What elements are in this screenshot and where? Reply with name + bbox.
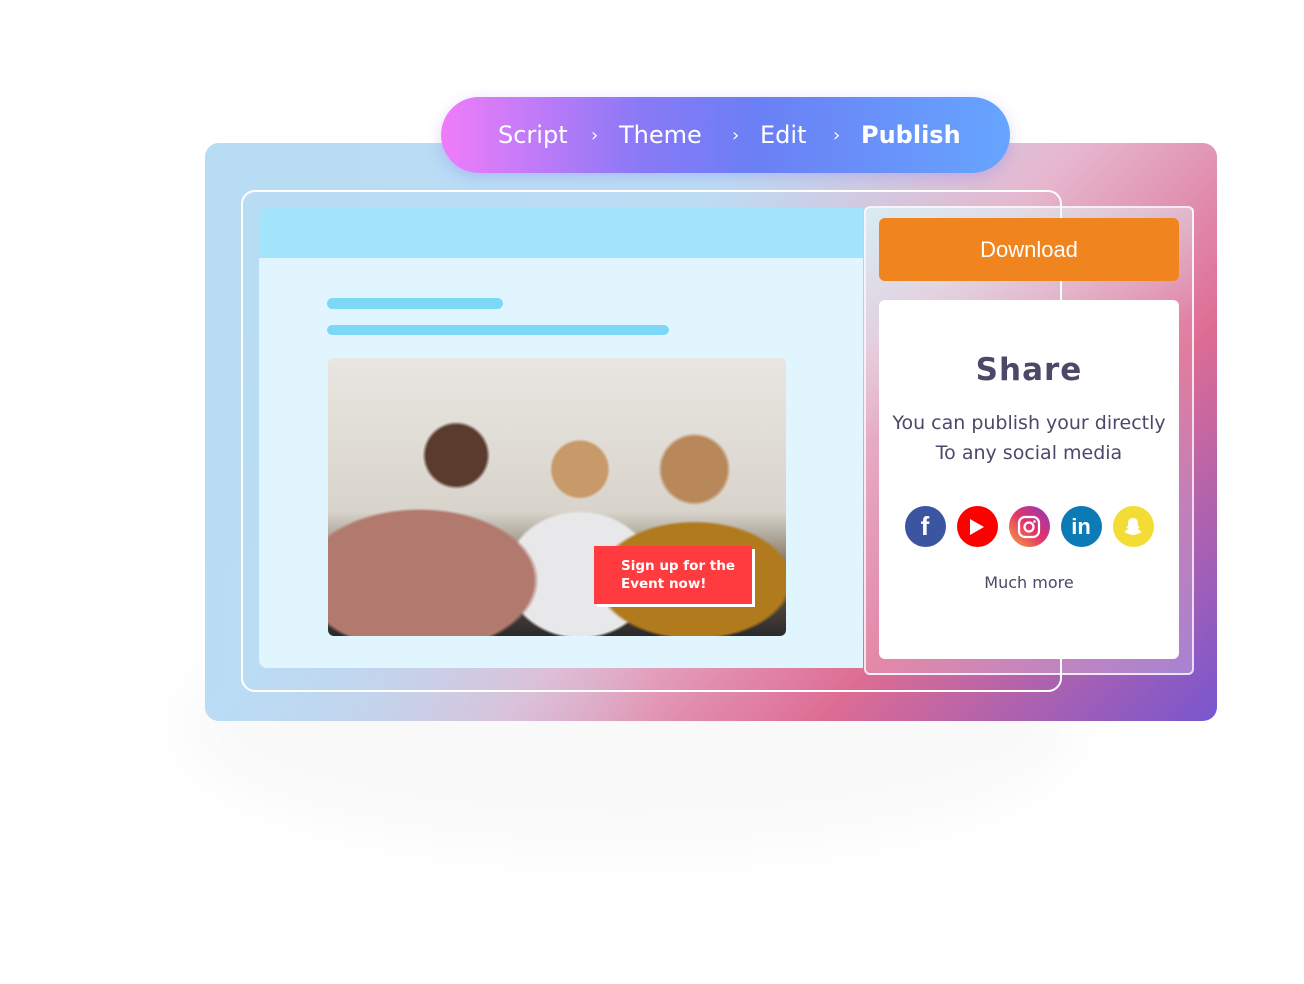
snapchat-icon[interactable] — [1112, 506, 1154, 547]
social-icons: f in — [879, 506, 1179, 547]
step-script[interactable]: Script — [498, 121, 568, 149]
step-theme[interactable]: Theme — [619, 121, 702, 149]
title-placeholder-line — [327, 298, 503, 309]
chevron-right-icon: › — [591, 124, 599, 146]
preview-header-bar — [259, 208, 863, 258]
download-button[interactable]: Download — [879, 218, 1179, 281]
chevron-right-icon: › — [732, 124, 740, 146]
share-title: Share — [975, 352, 1083, 388]
step-publish[interactable]: Publish — [861, 121, 961, 149]
facebook-icon[interactable]: f — [904, 506, 946, 547]
workflow-steps: Script › Theme › Edit › Publish — [441, 97, 1010, 173]
signup-cta-banner[interactable]: Sign up for the Event now! — [594, 546, 752, 604]
much-more-link[interactable]: Much more — [879, 573, 1179, 592]
subtitle-placeholder-line — [327, 325, 669, 335]
chevron-right-icon: › — [833, 124, 841, 146]
instagram-icon[interactable] — [1008, 506, 1050, 547]
share-card: Share You can publish your directly To a… — [879, 300, 1179, 659]
share-description: You can publish your directly To any soc… — [892, 412, 1166, 464]
step-edit[interactable]: Edit — [760, 121, 806, 149]
youtube-icon[interactable] — [956, 506, 998, 547]
linkedin-icon[interactable]: in — [1060, 506, 1102, 547]
